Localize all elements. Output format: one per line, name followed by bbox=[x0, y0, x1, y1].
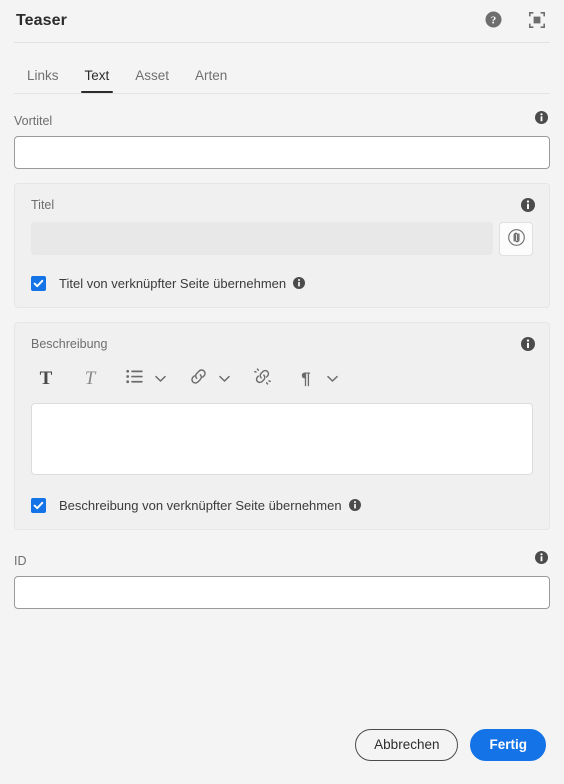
link-icon bbox=[189, 367, 208, 389]
tab-asset[interactable]: Asset bbox=[122, 68, 182, 94]
paragraph-format-button[interactable]: ¶ bbox=[291, 363, 321, 393]
hyperlink-button[interactable] bbox=[183, 363, 213, 393]
vortitel-input[interactable] bbox=[14, 136, 550, 169]
field-label-beschreibung: Beschreibung bbox=[31, 337, 108, 351]
header-actions: ? bbox=[482, 10, 548, 32]
beschreibung-inherit-checkbox[interactable] bbox=[31, 498, 46, 513]
bullet-list-options-button[interactable] bbox=[151, 363, 169, 393]
help-button[interactable]: ? bbox=[482, 10, 504, 32]
fullscreen-icon bbox=[528, 11, 546, 32]
id-input[interactable] bbox=[14, 576, 550, 609]
info-icon[interactable] bbox=[535, 551, 548, 564]
page-title: Teaser bbox=[16, 12, 68, 29]
bullet-list-button[interactable] bbox=[119, 363, 149, 393]
tab-arten[interactable]: Arten bbox=[182, 68, 240, 94]
inherit-link-icon bbox=[507, 228, 526, 250]
panel-beschreibung: Beschreibung T T ¶ Beschreibung von verk… bbox=[14, 322, 550, 530]
beschreibung-inherit-checkbox-row: Beschreibung von verknüpfter Seite übern… bbox=[31, 498, 533, 513]
help-circle-icon: ? bbox=[485, 11, 502, 31]
chevron-down-icon bbox=[154, 371, 166, 386]
bullet-list-icon bbox=[125, 369, 143, 387]
info-icon[interactable] bbox=[293, 277, 306, 290]
chevron-down-icon bbox=[326, 371, 338, 386]
titel-inherit-button[interactable] bbox=[499, 222, 533, 256]
field-label-vortitel: Vortitel bbox=[14, 114, 53, 128]
titel-inherit-checkbox-row: Titel von verknüpfter Seite übernehmen bbox=[31, 276, 533, 291]
chevron-down-icon bbox=[218, 371, 230, 386]
unlink-icon bbox=[253, 367, 272, 389]
field-label-id: ID bbox=[14, 554, 27, 568]
bold-button[interactable]: T bbox=[31, 363, 61, 393]
info-icon[interactable] bbox=[521, 337, 535, 351]
unlink-button[interactable] bbox=[247, 363, 277, 393]
info-icon[interactable] bbox=[521, 198, 535, 212]
done-button[interactable]: Fertig bbox=[470, 729, 546, 761]
dialog-header: Teaser ? bbox=[0, 0, 564, 42]
svg-text:?: ? bbox=[490, 14, 496, 26]
italic-button[interactable]: T bbox=[75, 363, 105, 393]
info-icon[interactable] bbox=[348, 499, 362, 512]
tab-text[interactable]: Text bbox=[72, 68, 123, 94]
field-vortitel: Vortitel bbox=[14, 104, 550, 169]
titel-input bbox=[31, 222, 493, 255]
cancel-button[interactable]: Abbrechen bbox=[355, 729, 459, 761]
italic-icon: T bbox=[84, 367, 96, 389]
hyperlink-options-button[interactable] bbox=[215, 363, 233, 393]
tab-bar: Links Text Asset Arten bbox=[0, 43, 564, 93]
tab-links[interactable]: Links bbox=[14, 68, 72, 94]
titel-inherit-checkbox[interactable] bbox=[31, 276, 46, 291]
info-icon[interactable] bbox=[535, 111, 548, 124]
fullscreen-button[interactable] bbox=[526, 10, 548, 32]
dialog-footer: Abbrechen Fertig bbox=[0, 720, 564, 784]
form-body: Vortitel Titel Titel von verknüpfter Sei… bbox=[0, 94, 564, 609]
bold-icon: T bbox=[39, 367, 53, 389]
panel-titel: Titel Titel von verknüpfter Seite überne… bbox=[14, 183, 550, 308]
field-label-titel: Titel bbox=[31, 198, 55, 212]
rte-toolbar: T T ¶ bbox=[31, 361, 533, 395]
beschreibung-richtext-area[interactable] bbox=[31, 403, 533, 475]
paragraph-format-options-button[interactable] bbox=[323, 363, 341, 393]
titel-inherit-checkbox-label: Titel von verknüpfter Seite übernehmen bbox=[59, 276, 287, 291]
beschreibung-inherit-checkbox-label: Beschreibung von verknüpfter Seite übern… bbox=[59, 498, 342, 513]
titel-input-row bbox=[31, 222, 533, 256]
paragraph-icon: ¶ bbox=[301, 368, 311, 388]
field-id: ID bbox=[14, 544, 550, 609]
